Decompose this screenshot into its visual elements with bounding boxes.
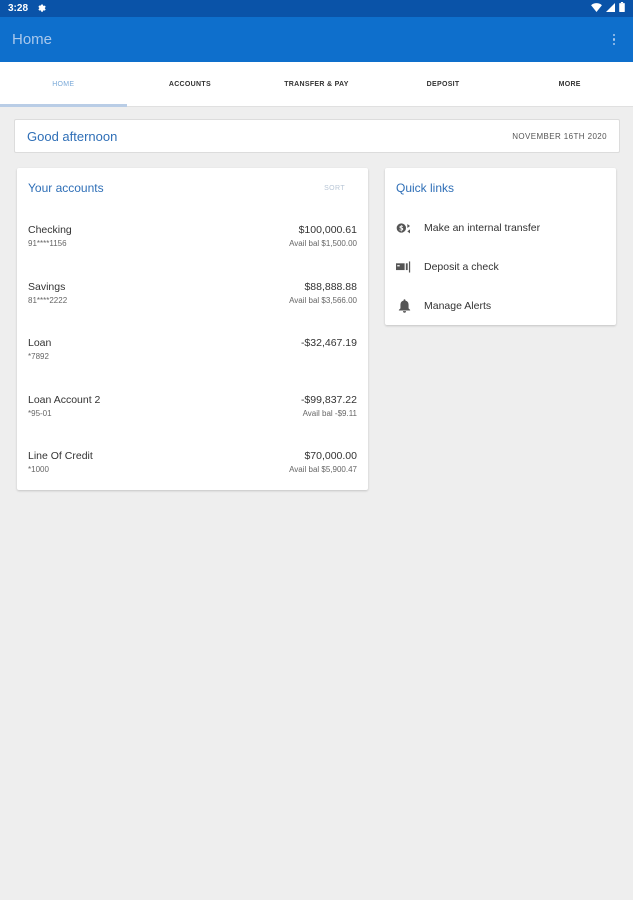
check-deposit-icon — [396, 259, 412, 275]
status-bar: 3:28 — [0, 0, 633, 17]
wifi-icon — [591, 2, 602, 15]
account-row-loan[interactable]: Loan *7892 -$32,467.19 — [17, 321, 368, 378]
account-name: Line Of Credit — [28, 450, 93, 462]
account-row-savings[interactable]: Savings 81****2222 $88,888.88 Avail bal … — [17, 265, 368, 322]
status-time: 3:28 — [8, 3, 29, 14]
accounts-card-header: Your accounts SORT — [17, 168, 368, 208]
accounts-card: Your accounts SORT Checking 91****1156 $… — [17, 168, 368, 490]
account-balance: $70,000.00 — [304, 450, 357, 462]
tab-more[interactable]: MORE — [506, 62, 633, 106]
account-row-checking[interactable]: Checking 91****1156 $100,000.61 Avail ba… — [17, 208, 368, 265]
quick-link-label: Deposit a check — [424, 260, 499, 273]
quick-links-card: Quick links $ Make an internal transfer … — [385, 168, 616, 325]
account-number: 91****1156 — [28, 239, 67, 248]
account-row-line-of-credit[interactable]: Line Of Credit *1000 $70,000.00 Avail ba… — [17, 434, 368, 491]
quick-link-label: Make an internal transfer — [424, 221, 541, 234]
svg-text:$: $ — [399, 224, 404, 232]
account-available-balance: Avail bal $1,500.00 — [289, 239, 357, 248]
overflow-menu-icon[interactable] — [607, 33, 621, 46]
greeting-date: NOVEMBER 16TH 2020 — [512, 131, 607, 141]
tab-accounts[interactable]: ACCOUNTS — [127, 62, 254, 106]
app-bar: Home — [0, 17, 633, 62]
tab-bar: HOME ACCOUNTS TRANSFER & PAY DEPOSIT MOR… — [0, 62, 633, 107]
tab-deposit[interactable]: DEPOSIT — [380, 62, 507, 106]
page-title: Home — [12, 31, 53, 48]
quick-link-manage-alerts[interactable]: Manage Alerts — [385, 286, 616, 325]
quick-links-title: Quick links — [396, 181, 455, 195]
quick-links-header: Quick links — [385, 168, 616, 208]
account-balance: -$99,837.22 — [300, 393, 357, 406]
account-available-balance: Avail bal $5,900.47 — [289, 465, 357, 474]
account-number: *1000 — [28, 465, 49, 474]
transfer-icon: $ — [396, 220, 412, 236]
quick-link-label: Manage Alerts — [424, 299, 492, 312]
account-available-balance: Avail bal $3,566.00 — [289, 295, 357, 305]
account-row-loan-account-2[interactable]: Loan Account 2 *95-01 -$99,837.22 Avail … — [17, 378, 368, 435]
account-number: *95-01 — [28, 408, 52, 418]
sort-button[interactable]: SORT — [324, 185, 345, 192]
accounts-title: Your accounts — [28, 181, 104, 195]
greeting-bar: Good afternoon NOVEMBER 16TH 2020 — [14, 119, 620, 153]
signal-icon — [606, 2, 615, 15]
account-number: 81****2222 — [28, 295, 68, 305]
account-name: Loan — [28, 337, 52, 349]
account-number: *7892 — [28, 352, 49, 361]
settings-status-icon — [36, 2, 46, 15]
account-name: Loan Account 2 — [28, 393, 101, 406]
account-available-balance: Avail bal -$9.11 — [302, 408, 357, 418]
quick-link-deposit-check[interactable]: Deposit a check — [385, 247, 616, 286]
account-name: Savings — [28, 280, 66, 293]
greeting-text: Good afternoon — [27, 128, 118, 144]
tab-home[interactable]: HOME — [0, 62, 127, 107]
account-balance: -$32,467.19 — [300, 337, 357, 349]
tab-transfer-pay[interactable]: TRANSFER & PAY — [253, 62, 380, 106]
bell-icon — [396, 298, 412, 314]
battery-icon — [619, 2, 625, 15]
account-balance: $88,888.88 — [304, 280, 357, 293]
account-name: Checking — [28, 224, 72, 236]
quick-link-internal-transfer[interactable]: $ Make an internal transfer — [385, 208, 616, 247]
account-balance: $100,000.61 — [298, 224, 357, 236]
